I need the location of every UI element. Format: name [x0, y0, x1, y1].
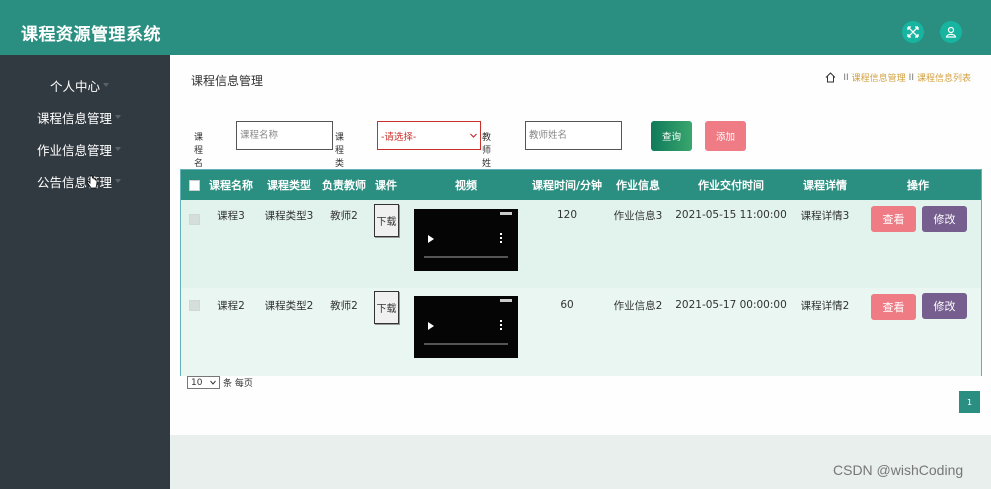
- app-title: 课程资源管理系统: [21, 25, 161, 45]
- column-header: 课件: [375, 179, 397, 192]
- home-icon[interactable]: [825, 72, 836, 83]
- page-size-select[interactable]: 10: [187, 376, 220, 389]
- expand-icon: [907, 26, 919, 38]
- page-size-control: 10 条 每页: [187, 376, 253, 389]
- sidebar-item-personal[interactable]: 个人中心: [0, 69, 170, 101]
- fullscreen-button[interactable]: [902, 21, 924, 43]
- column-header: 视频: [455, 179, 477, 192]
- add-button[interactable]: 添加: [705, 121, 746, 151]
- page-title: 课程信息管理: [191, 74, 264, 88]
- teacher-name-input[interactable]: [525, 121, 622, 150]
- sidebar-item-label: 公告信息管理: [37, 174, 113, 190]
- detail-cell: 课程详情2: [800, 299, 850, 312]
- video-progress-bar[interactable]: [424, 343, 508, 345]
- more-options-icon[interactable]: [500, 320, 502, 332]
- caret-down-icon: [115, 147, 122, 151]
- caret-down-icon: [115, 115, 122, 119]
- column-header: 课程类型: [267, 179, 311, 192]
- more-options-icon[interactable]: [500, 233, 502, 245]
- column-header: 负责教师: [322, 179, 366, 192]
- user-icon: [945, 26, 957, 38]
- due-time-cell: 2021-05-17 00:00:00: [675, 299, 787, 311]
- column-header: 课程时间/分钟: [531, 179, 603, 192]
- video-player[interactable]: [414, 296, 518, 358]
- edit-button[interactable]: 修改: [922, 293, 967, 319]
- course-table: 课程名称 课程类型 负责教师 课件 视频 课程时间/分钟 作业信息 作业交付时间…: [180, 169, 982, 376]
- sidebar-item-label: 课程信息管理: [37, 110, 113, 126]
- sidebar-item-label: 作业信息管理: [37, 142, 113, 158]
- course-type-selected: -请选择-: [381, 131, 417, 143]
- breadcrumb-separator: II: [908, 72, 914, 83]
- video-overlay-icon: [500, 299, 512, 302]
- user-button[interactable]: [940, 21, 962, 43]
- sidebar-item-course[interactable]: 课程信息管理: [0, 101, 170, 133]
- chevron-down-icon: [210, 380, 216, 385]
- main-content: 课程信息管理 II 课程信息管理 II 课程信息列表 课程名称 课程类型 -请选…: [170, 55, 991, 435]
- watermark: CSDN @wishCoding: [833, 462, 964, 478]
- column-header: 课程名称: [209, 179, 253, 192]
- duration-cell: 60: [560, 299, 574, 311]
- per-page-label: 条 每页: [223, 379, 253, 389]
- top-header: 课程资源管理系统: [0, 0, 991, 55]
- sidebar-item-label: 个人中心: [50, 78, 101, 94]
- chevron-down-icon: [470, 133, 477, 138]
- course-name-cell: 课程2: [217, 299, 245, 312]
- query-button[interactable]: 查询: [651, 121, 692, 151]
- page-size-value: 10: [191, 377, 203, 388]
- video-overlay-icon: [500, 212, 512, 215]
- column-header: 作业信息: [616, 179, 660, 192]
- view-button[interactable]: 查看: [871, 206, 916, 232]
- sidebar-item-homework[interactable]: 作业信息管理: [0, 133, 170, 165]
- column-header: 课程详情: [803, 179, 847, 192]
- play-icon[interactable]: [428, 235, 434, 243]
- breadcrumb-separator: II: [843, 72, 849, 83]
- caret-down-icon: [115, 179, 122, 183]
- breadcrumb: II 课程信息管理 II 课程信息列表: [825, 71, 971, 84]
- homework-cell: 作业信息3: [613, 209, 663, 222]
- sidebar: 个人中心 课程信息管理 作业信息管理 公告信息管理: [0, 55, 170, 489]
- caret-down-icon: [103, 83, 110, 87]
- breadcrumb-item[interactable]: 课程信息管理: [852, 71, 906, 84]
- select-all-checkbox[interactable]: [189, 180, 200, 191]
- course-name-input[interactable]: [236, 121, 333, 150]
- column-header: 作业交付时间: [698, 179, 764, 192]
- column-header: 操作: [907, 179, 929, 192]
- play-icon[interactable]: [428, 322, 434, 330]
- sidebar-item-notice[interactable]: 公告信息管理: [0, 165, 170, 197]
- page-number-button[interactable]: 1: [959, 391, 980, 413]
- download-button[interactable]: 下载: [374, 291, 399, 324]
- teacher-cell: 教师2: [330, 299, 358, 312]
- teacher-cell: 教师2: [330, 209, 358, 222]
- homework-cell: 作业信息2: [613, 299, 663, 312]
- detail-cell: 课程详情3: [800, 209, 850, 222]
- edit-button[interactable]: 修改: [922, 206, 967, 232]
- due-time-cell: 2021-05-15 11:00:00: [675, 209, 787, 221]
- table-row: 课程3 课程类型3 教师2 下载 120 作业信息3 2021-05-15 11…: [181, 200, 981, 288]
- course-type-cell: 课程类型3: [264, 209, 314, 222]
- course-name-cell: 课程3: [217, 209, 245, 222]
- row-checkbox[interactable]: [189, 214, 200, 225]
- hand-cursor-icon: [86, 175, 98, 189]
- video-player[interactable]: [414, 209, 518, 271]
- table-row: 课程2 课程类型2 教师2 下载 60 作业信息2 2021-05-17 00:…: [181, 288, 981, 376]
- course-type-cell: 课程类型2: [264, 299, 314, 312]
- row-checkbox[interactable]: [189, 300, 200, 311]
- table-header: 课程名称 课程类型 负责教师 课件 视频 课程时间/分钟 作业信息 作业交付时间…: [181, 170, 981, 200]
- video-progress-bar[interactable]: [424, 256, 508, 258]
- course-type-select[interactable]: -请选择-: [377, 121, 481, 150]
- view-button[interactable]: 查看: [871, 294, 916, 320]
- breadcrumb-item[interactable]: 课程信息列表: [917, 71, 971, 84]
- download-button[interactable]: 下载: [374, 204, 399, 237]
- duration-cell: 120: [556, 209, 578, 221]
